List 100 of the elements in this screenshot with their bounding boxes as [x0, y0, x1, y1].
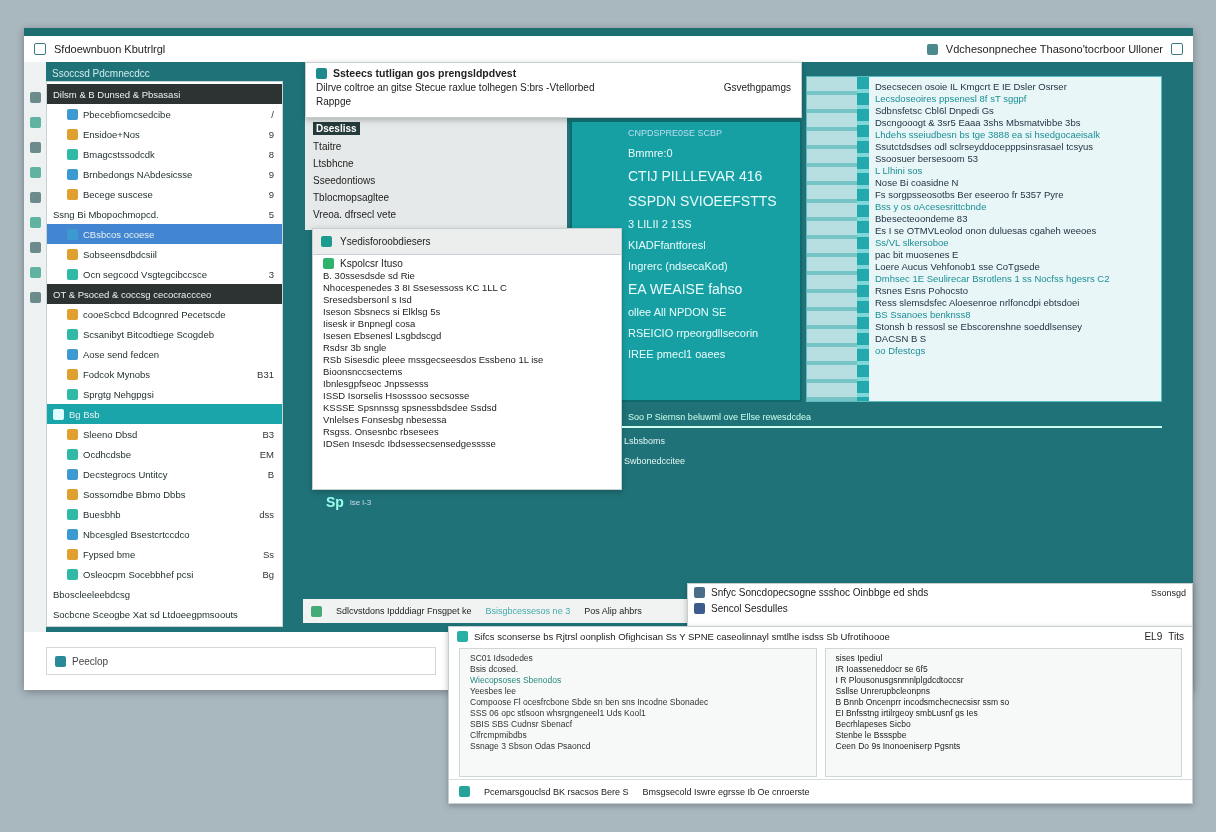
list-line[interactable]: Ibnlesgpfseoc Jnpssesss: [323, 378, 611, 389]
list-item[interactable]: Fypsed bme Ss: [47, 544, 282, 564]
list-line[interactable]: Iisesk ir Bnpnegl cosa: [323, 318, 611, 329]
text-line: Dmhsec 1E Seulirecar Bsrotlens 1 ss Nocfss hgesrs C2: [875, 273, 1110, 284]
details-line: Compoose Fl ocesfrcbone Sbde sn ben sns Incodne Sbonadec: [470, 697, 710, 707]
list-line[interactable]: IDSen Insesdc Ibdsessecsensedgesssse: [323, 438, 611, 449]
menu-item[interactable]: Ttaitre: [313, 141, 559, 152]
details-line: Ssnage 3 Sbson Odas Psaoncd: [470, 741, 592, 751]
text-line: Loere Aucus Vehfonob1 sse CoTgsede: [875, 261, 1041, 272]
list-item[interactable]: Brnbedongs NAbdesicsse 9: [47, 164, 282, 184]
list-item[interactable]: Sobseensdbdcsiil: [47, 244, 282, 264]
tool-icon[interactable]: [29, 167, 41, 178]
text-line: Ssoosuer bersesoom 53: [875, 153, 979, 164]
card-line: Ingrerc (ndsecaKod): [628, 260, 729, 272]
menu-item[interactable]: Sseedontiows: [313, 175, 559, 186]
status-text: Bmsgsecold Iswre egrsse Ib Oe cnroerste: [642, 786, 810, 797]
list-line[interactable]: Vnlelses Fonsesbg nbesessa: [323, 414, 611, 425]
details-line: Clfrcmpmibdbs: [470, 730, 528, 740]
tool-icon[interactable]: [29, 142, 41, 153]
card-line: 3 LILII 2 1SS: [628, 218, 693, 230]
list-item[interactable]: Sossomdbe Bbmo Dbbs: [47, 484, 282, 504]
list-line[interactable]: Nhocespenedes 3 8I Ssesessoss KC 1LL C: [323, 282, 611, 293]
panel-tag: Dsesliss: [313, 122, 360, 135]
section-band: Bg Bsb: [47, 404, 282, 424]
card-line: ollee All NPDON SE: [628, 306, 728, 318]
details-line: SC01 Idsodedes: [470, 653, 534, 663]
app-icon: [926, 43, 938, 55]
list-item[interactable]: Osleocpm Socebbhef pcsi Bg: [47, 564, 282, 584]
list-item[interactable]: Becege suscese 9: [47, 184, 282, 204]
details-side: Tits: [1168, 631, 1184, 642]
window-icon: [694, 587, 705, 598]
text-line: Lhdehs sseiudbesn bs tge 3888 ea si hsedgocaeisalk: [875, 129, 1101, 140]
list-item[interactable]: Scsanibyt Bitcodtiege Scogdeb: [47, 324, 282, 344]
list-item[interactable]: Sleeno Dbsd B3: [47, 424, 282, 444]
card-line: CTIJ PILLLEVAR 416: [628, 168, 764, 184]
text-line: L Llhini sos: [875, 165, 924, 176]
list-item[interactable]: Socbcne Sceogbe Xat sd Ltdoeegpmsoouts: [47, 604, 282, 624]
list-line[interactable]: Rsgss. Onsesnbc rbsesees: [323, 426, 611, 437]
card-line: KIADFfantforesl: [628, 239, 707, 251]
list-item[interactable]: cooeScbcd Bdcognred Pecetscde: [47, 304, 282, 324]
details-code: EL9: [1144, 631, 1163, 642]
list-item[interactable]: Fodcok Mynobs B31: [47, 364, 282, 384]
list-item[interactable]: Pbecebfiomcsedcibe /: [47, 104, 282, 124]
list-item[interactable]: CBsbcos ocoese: [47, 224, 282, 244]
section-header: OT & Psoced & coccsg cecocraccceo: [47, 284, 282, 304]
details-line: I R Plousonusgsnmnlplgdcdtoccsr: [835, 675, 965, 685]
card-line: Bmmre:0: [628, 147, 674, 159]
list-item[interactable]: Bboscleeleebdcsg: [47, 584, 282, 604]
details-line: Yeesbes lee: [470, 686, 517, 696]
panel-caption: Ssoccsd Pdcmnecdcc: [51, 67, 151, 81]
list-item[interactable]: Aose send fedcen: [47, 344, 282, 364]
task-label[interactable]: Sdlcvstdons Ipdddiagr Fnsgpet ke: [336, 606, 472, 616]
list-line[interactable]: Sresedsbersonl s Isd: [323, 294, 611, 305]
list-item[interactable]: Ensidoe+Nos 9: [47, 124, 282, 144]
maximize-button[interactable]: [1171, 43, 1183, 55]
text-line: DACSN B S: [875, 333, 928, 344]
list-item[interactable]: Nbcesgled Bsestcrtccdco: [47, 524, 282, 544]
search-field[interactable]: Peeclop: [46, 647, 436, 675]
list-line[interactable]: B. 30ssesdsde sd Rie: [323, 270, 611, 281]
tool-icon[interactable]: [29, 292, 41, 303]
window-title: Sfdoewnbuon Kbutrlrgl: [54, 43, 166, 55]
list-item[interactable]: Sprgtg Nehgpgsi: [47, 384, 282, 404]
list-item[interactable]: Decstegrocs Untitcy B: [47, 464, 282, 484]
list-line[interactable]: Rsdsr 3b sngle: [323, 342, 611, 353]
list-line[interactable]: KSSSE Spsnnssg spsnessbdsdee Ssdsd: [323, 402, 611, 413]
menu-item[interactable]: Vreoa. dfrsecl vete: [313, 209, 559, 220]
list-item[interactable]: Ocdhcdsbe EM: [47, 444, 282, 464]
tool-icon[interactable]: [29, 192, 41, 203]
list-item[interactable]: Ocn segcocd Vsgtegcibccsce 3: [47, 264, 282, 284]
text-line: Fs sorgpsseosotbs Ber eseeroo fr 5357 Pyre: [875, 189, 1065, 200]
details-line: IR Ioasseneddocr se 6f5: [835, 664, 929, 674]
tool-icon[interactable]: [29, 92, 41, 103]
list-item[interactable]: Buesbhb dss: [47, 504, 282, 524]
task-label[interactable]: Pos Alip ahbrs: [584, 606, 642, 616]
details-line: Wiecopsoses Sbenodos: [470, 675, 563, 685]
list-item[interactable]: Ssng Bi Mbopochmopcd. 5: [47, 204, 282, 224]
text-line: Bbesecteoondeme 83: [875, 213, 969, 224]
list-item[interactable]: Bmagcstssodcdk 8: [47, 144, 282, 164]
window-icon: [457, 631, 468, 642]
list-line[interactable]: Isesen Ebsenesl Lsgbdscgd: [323, 330, 611, 341]
tool-icon[interactable]: [29, 267, 41, 278]
tool-icon[interactable]: [29, 242, 41, 253]
dialog-option: Gsvethgpamgs: [723, 82, 791, 93]
tool-icon[interactable]: [29, 217, 41, 228]
menu-item[interactable]: Ltsbhcne: [313, 158, 559, 169]
text-line: Es I se OTMVLeolod onon duluesas cgaheh weeoes: [875, 225, 1098, 236]
window-subtitle: Vdchesonpnechee Thasono'tocrboor Ulloner: [945, 43, 1163, 55]
details-line: EI Bnfsstng irtilrgeoy smbLusnf gs Ies: [835, 708, 979, 718]
window-icon: [694, 603, 705, 614]
menu-item[interactable]: Tblocmopsagltee: [313, 192, 559, 203]
list-line[interactable]: Bioonsnccsectems: [323, 366, 611, 377]
details-line: B Bnnb Oncenprr incodsmchecnecsisr ssm so: [835, 697, 1011, 707]
dialog-title: Ssteecs tutligan gos prengsldpdvest: [333, 67, 517, 79]
tool-icon[interactable]: [29, 117, 41, 128]
card-line: SSPDN SVIOEEFSTTS: [628, 193, 778, 209]
list-line[interactable]: RSb Sisesdic pleee mssgecseesdos Essbeno 1L ise: [323, 354, 611, 365]
list-line[interactable]: ISSD Isorselis Hsosssoo secsosse: [323, 390, 611, 401]
list-line[interactable]: Iseson Sbsnecs si Elklsg 5s: [323, 306, 611, 317]
text-line: oo Dfestcgs: [875, 345, 927, 356]
notification-text: Sencol Sesdulles: [711, 603, 788, 614]
